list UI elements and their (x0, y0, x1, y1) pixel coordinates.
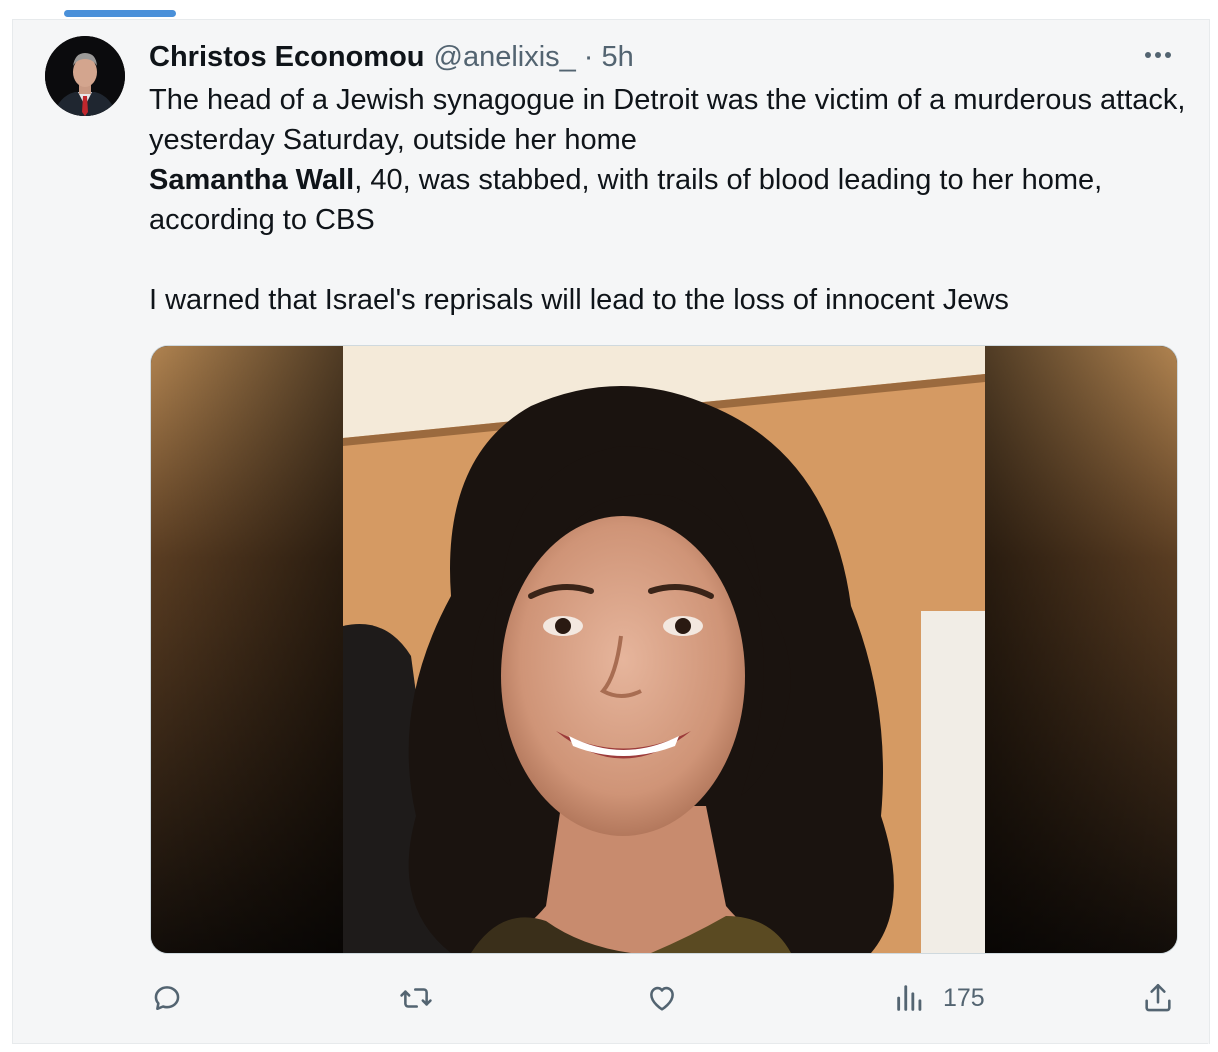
reply-button[interactable] (150, 978, 184, 1018)
views-icon (897, 985, 922, 1011)
tweet-text-line-3: I warned that Israel's reprisals will le… (149, 284, 1009, 316)
avatar-image (45, 36, 125, 116)
tweet-text: The head of a Jewish synagogue in Detroi… (149, 80, 1189, 320)
bottom-divider (12, 1043, 1208, 1044)
tweet-header: Christos Economou @anelixis_ · 5h (149, 38, 634, 76)
author-display-name[interactable]: Christos Economou (149, 41, 425, 74)
retweet-icon (400, 988, 432, 1008)
header-separator: · (583, 40, 594, 73)
like-button[interactable] (645, 978, 679, 1018)
photo-image (151, 346, 1177, 953)
tweet-text-bold-name: Samantha Wall (149, 164, 355, 196)
reply-icon (154, 986, 180, 1011)
more-dots-icon (1145, 52, 1171, 58)
views-count: 175 (943, 983, 985, 1012)
more-options-button[interactable] (1140, 40, 1176, 70)
share-button[interactable] (1141, 978, 1175, 1018)
tweet-text-line-1: The head of a Jewish synagogue in Detroi… (149, 84, 1186, 156)
author-avatar[interactable] (45, 36, 125, 116)
share-icon (1145, 983, 1171, 1012)
loading-progress-bar (64, 10, 176, 17)
views-button[interactable]: 175 (893, 978, 985, 1018)
page: Christos Economou @anelixis_ · 5h The he… (0, 0, 1218, 1052)
like-icon (650, 986, 674, 1011)
tweet-text-line-2: Samantha Wall, 40, was stabbed, with tra… (149, 160, 1189, 240)
author-handle[interactable]: @anelixis_ (434, 41, 576, 74)
retweet-button[interactable] (397, 978, 435, 1018)
tweet-timestamp[interactable]: 5h (601, 41, 633, 74)
tweet-media-photo[interactable] (150, 345, 1178, 954)
